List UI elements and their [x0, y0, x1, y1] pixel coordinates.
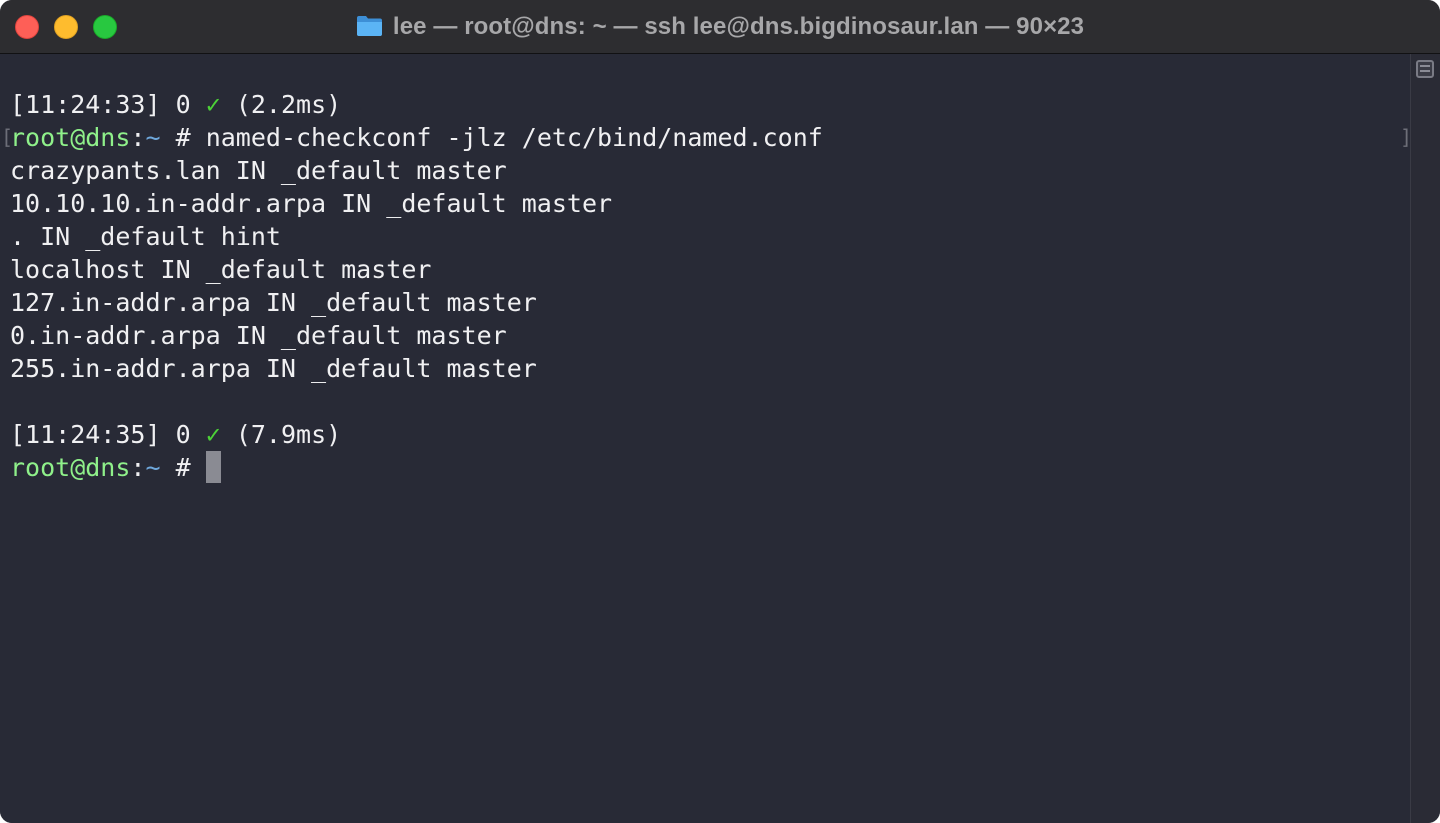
prompt-hash: #	[160, 123, 206, 152]
text-cursor[interactable]	[205, 451, 221, 483]
prompt-user-host: root@dns	[10, 123, 131, 152]
minimize-button[interactable]	[54, 15, 78, 39]
scroll-marker-icon[interactable]	[1416, 60, 1434, 78]
check-icon: ✓	[205, 90, 221, 119]
duration: (2.2ms)	[235, 90, 342, 119]
output-line: . IN _default hint	[10, 222, 281, 251]
prompt-path: ~	[145, 453, 161, 482]
scrollbar[interactable]	[1410, 54, 1440, 823]
status-line: [11:24:33] 0 ✓ (2.2ms)	[10, 88, 341, 121]
output-line: 255.in-addr.arpa IN _default master	[10, 354, 537, 383]
close-button[interactable]	[15, 15, 39, 39]
check-icon: ✓	[205, 420, 221, 449]
output-line: 127.in-addr.arpa IN _default master	[10, 288, 537, 317]
output-line: 10.10.10.in-addr.arpa IN _default master	[10, 189, 613, 218]
folder-icon	[356, 15, 383, 37]
prompt-user-host: root@dns	[10, 453, 131, 482]
timestamp: [11:24:35]	[10, 420, 161, 449]
prompt-colon: :	[130, 123, 146, 152]
output-line: crazypants.lan IN _default master	[10, 156, 507, 185]
output-line: 0.in-addr.arpa IN _default master	[10, 321, 507, 350]
prompt-line[interactable]: root@dns:~ #	[10, 451, 221, 484]
mark-bracket-right: ]	[1400, 125, 1413, 149]
timestamp: [11:24:33]	[10, 90, 161, 119]
window-title: lee — root@dns: ~ — ssh lee@dns.bigdinos…	[392, 13, 1085, 40]
command-text: named-checkconf -jlz /etc/bind/named.con…	[205, 123, 823, 152]
status-line: [11:24:35] 0 ✓ (7.9ms)	[10, 418, 341, 451]
title-bar[interactable]: lee — root@dns: ~ — ssh lee@dns.bigdinos…	[0, 0, 1440, 54]
terminal-window: lee — root@dns: ~ — ssh lee@dns.bigdinos…	[0, 0, 1440, 823]
zoom-button[interactable]	[93, 15, 117, 39]
output-line: localhost IN _default master	[10, 255, 432, 284]
exit-code: 0	[175, 90, 191, 119]
prompt-line: root@dns:~ # named-checkconf -jlz /etc/b…	[10, 121, 823, 154]
exit-code: 0	[175, 420, 191, 449]
prompt-colon: :	[130, 453, 146, 482]
duration: (7.9ms)	[235, 420, 342, 449]
prompt-hash: #	[160, 453, 206, 482]
prompt-path: ~	[145, 123, 161, 152]
window-title-group: lee — root@dns: ~ — ssh lee@dns.bigdinos…	[0, 0, 1440, 54]
